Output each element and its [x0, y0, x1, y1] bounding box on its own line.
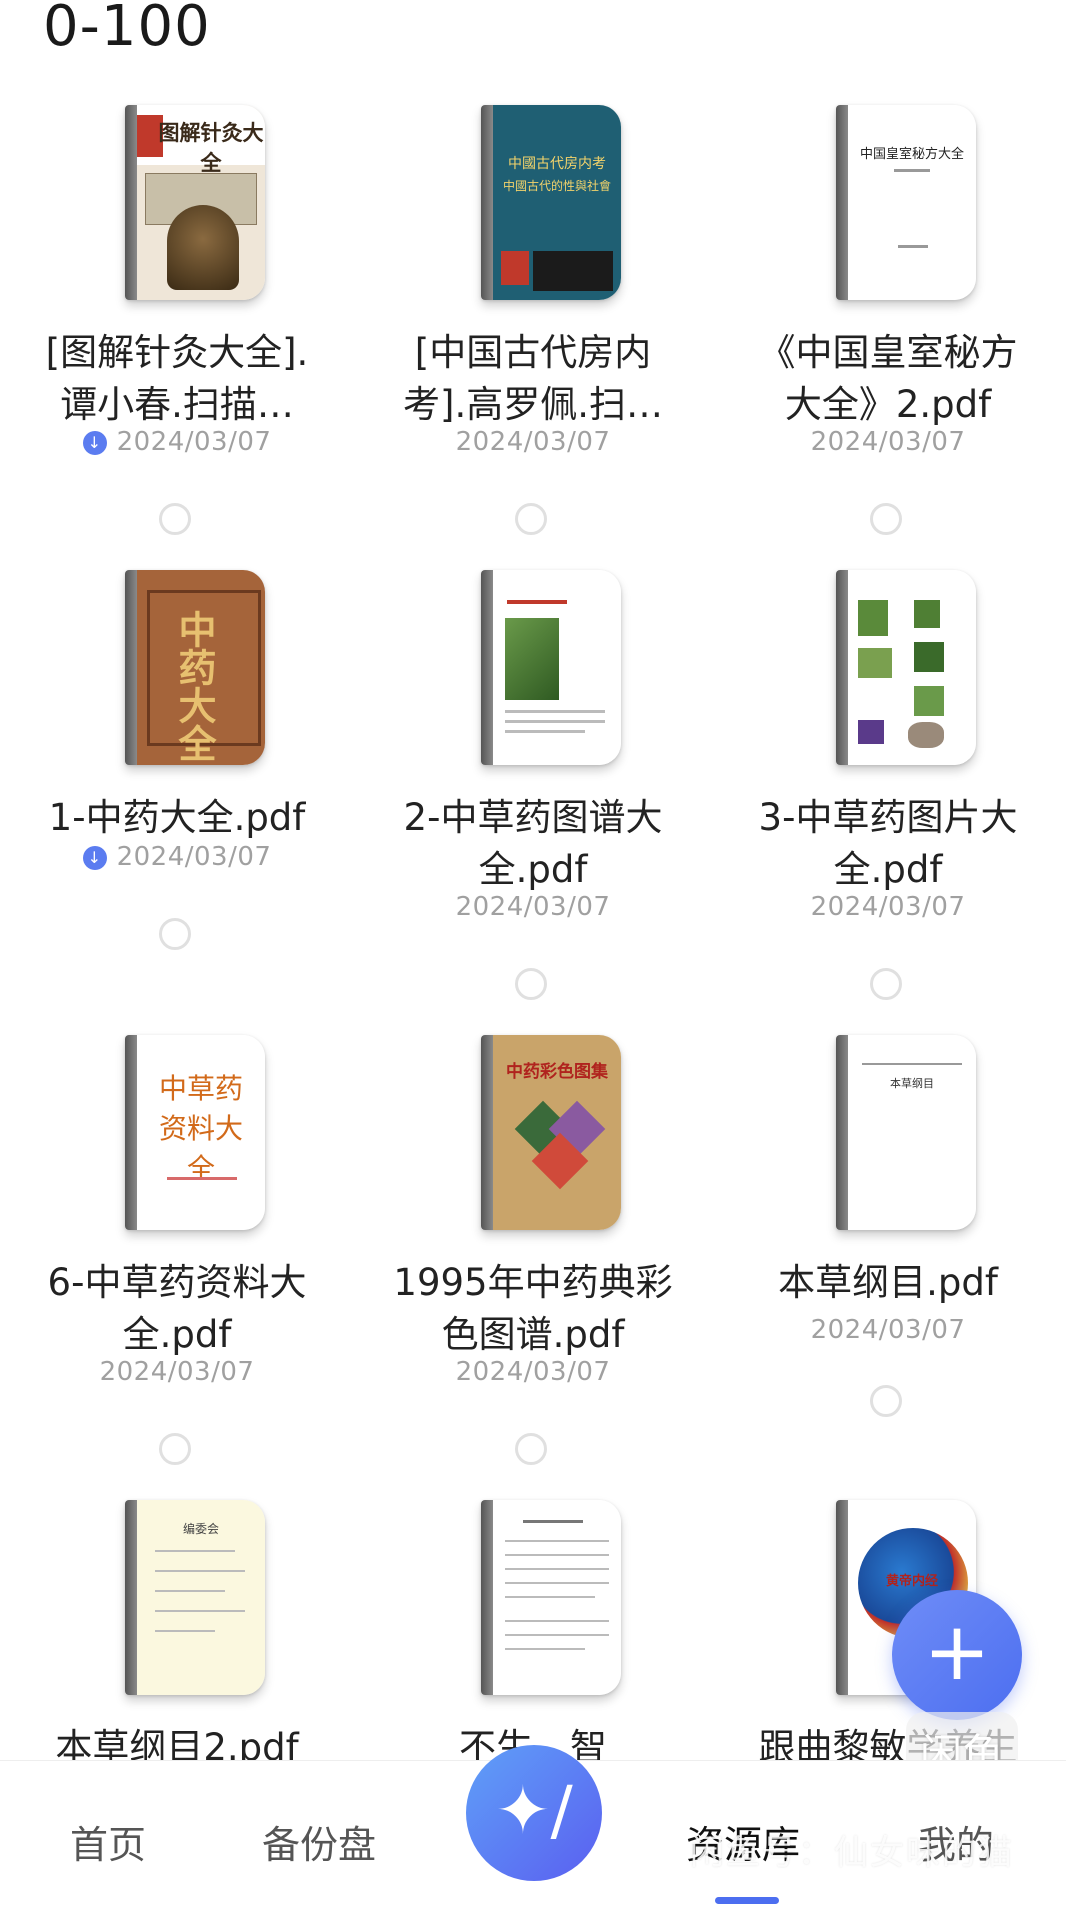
plus-icon: + — [923, 1605, 991, 1698]
file-thumbnail — [481, 1500, 621, 1695]
ai-assistant-button[interactable]: ✦/ — [466, 1745, 602, 1881]
file-name: 本草纲目.pdf — [778, 1261, 998, 1304]
select-checkbox[interactable] — [515, 1433, 547, 1465]
tab-backup[interactable]: 备份盘 — [262, 1814, 376, 1869]
cover-title: 中药大全 — [172, 610, 217, 762]
file-item[interactable]: 中药大全 1-中药大全.pdf ↓ 2024/03/07 — [12, 570, 342, 970]
select-checkbox[interactable] — [870, 1385, 902, 1417]
cover-title: 黄帝内经 — [885, 1574, 938, 1589]
tab-home[interactable]: 首页 — [70, 1814, 146, 1869]
cover-title: 中国皇室秘方大全 — [859, 147, 964, 162]
file-name: 2-中草药图谱大全.pdf — [403, 796, 663, 891]
cover-title: 图解针灸大全 — [158, 120, 264, 175]
file-date: 2024/03/07 — [810, 427, 966, 457]
cover-title: 中草药资料大全 — [158, 1072, 243, 1185]
select-checkbox[interactable] — [870, 968, 902, 1000]
cover-title: 中药彩色图集 — [506, 1062, 608, 1082]
file-date: 2024/03/07 — [455, 1357, 611, 1387]
downloaded-icon: ↓ — [82, 431, 107, 455]
select-checkbox[interactable] — [159, 503, 191, 535]
file-date: 2024/03/07 — [810, 1315, 966, 1345]
file-item[interactable]: 不生…智 — [368, 1500, 698, 1760]
file-date: 2024/03/07 — [455, 892, 611, 922]
file-thumbnail: 图解针灸大全 — [125, 105, 265, 300]
file-thumbnail — [836, 570, 976, 765]
cover-title: 中國古代房内考 — [508, 156, 606, 172]
file-date: ↓ 2024/03/07 — [12, 842, 342, 872]
file-item[interactable]: 图解针灸大全 [图解针灸大全].谭小春.扫描… ↓ 2024/03/07 — [12, 105, 342, 535]
file-date: 2024/03/07 — [810, 892, 966, 922]
file-name: [图解针灸大全].谭小春.扫描… — [45, 331, 309, 426]
select-checkbox[interactable] — [159, 1433, 191, 1465]
cover-title: 本草纲目 — [890, 1077, 934, 1090]
file-name: 3-中草药图片大全.pdf — [758, 796, 1018, 891]
downloaded-icon: ↓ — [82, 846, 107, 870]
file-item[interactable]: 本草纲目 本草纲目.pdf 2024/03/07 — [723, 1035, 1053, 1435]
file-name: 本草纲目2.pdf — [55, 1726, 299, 1760]
file-thumbnail: 本草纲目 — [836, 1035, 976, 1230]
file-thumbnail — [481, 570, 621, 765]
file-date: 2024/03/07 — [455, 427, 611, 457]
file-item[interactable]: 中國古代房内考 中國古代的性與社會 [中国古代房内考].高罗佩.扫… 2024/… — [368, 105, 698, 535]
file-item[interactable]: 3-中草药图片大全.pdf 2024/03/07 — [723, 570, 1053, 1000]
file-item[interactable]: 2-中草药图谱大全.pdf 2024/03/07 — [368, 570, 698, 1000]
select-checkbox[interactable] — [515, 968, 547, 1000]
add-fab-button[interactable]: + — [892, 1590, 1022, 1720]
select-checkbox[interactable] — [870, 503, 902, 535]
file-name: 1-中药大全.pdf — [48, 796, 306, 839]
file-grid: 图解针灸大全 [图解针灸大全].谭小春.扫描… ↓ 2024/03/07 中國古代… — [0, 0, 1066, 1760]
file-item[interactable]: 编委会 本草纲目2.pdf — [12, 1500, 342, 1760]
file-thumbnail: 中草药资料大全 — [125, 1035, 265, 1230]
select-checkbox[interactable] — [515, 503, 547, 535]
file-name: 1995年中药典彩色图谱.pdf — [393, 1261, 673, 1356]
active-tab-indicator — [715, 1897, 779, 1904]
file-thumbnail: 编委会 — [125, 1500, 265, 1695]
file-thumbnail: 中国皇室秘方大全 — [836, 105, 976, 300]
file-thumbnail: 中药彩色图集 — [481, 1035, 621, 1230]
file-item[interactable]: 中国皇室秘方大全 《中国皇室秘方大全》2.pdf 2024/03/07 — [723, 105, 1053, 535]
file-name: 6-中草药资料大全.pdf — [47, 1261, 307, 1356]
file-date: 2024/03/07 — [99, 1357, 255, 1387]
file-name: 《中国皇室秘方大全》2.pdf — [758, 331, 1018, 426]
watermark-text: 闲鱼号：仙女味的猫 — [690, 1833, 1014, 1873]
file-name: [中国古代房内考].高罗佩.扫… — [403, 331, 663, 426]
file-date: ↓ 2024/03/07 — [12, 427, 342, 457]
file-thumbnail: 中國古代房内考 中國古代的性與社會 — [481, 105, 621, 300]
magic-wand-icon: ✦/ — [495, 1772, 573, 1849]
file-item[interactable]: 中药彩色图集 1995年中药典彩色图谱.pdf 2024/03/07 — [368, 1035, 698, 1465]
cover-title: 编委会 — [182, 1522, 219, 1536]
select-checkbox[interactable] — [159, 918, 191, 950]
file-item[interactable]: 中草药资料大全 6-中草药资料大全.pdf 2024/03/07 — [12, 1035, 342, 1465]
file-thumbnail: 中药大全 — [125, 570, 265, 765]
